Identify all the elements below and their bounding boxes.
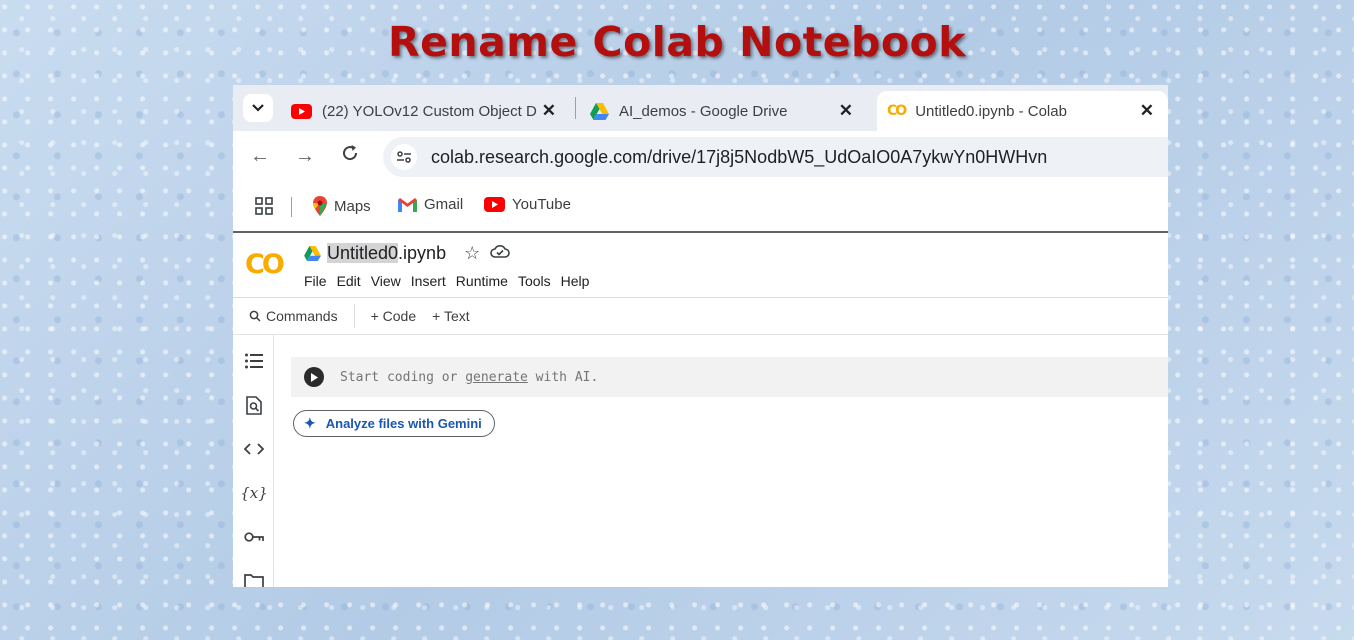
bookmark-gmail[interactable]: Gmail xyxy=(398,196,463,213)
notebook-title-extension: .ipynb xyxy=(398,243,447,263)
navigation-bar: ← → colab.research.google.com/drive/17j8… xyxy=(233,131,1168,183)
bookmark-youtube[interactable]: YouTube xyxy=(484,196,571,213)
reload-icon[interactable] xyxy=(340,143,360,169)
menu-runtime[interactable]: Runtime xyxy=(456,273,508,289)
variables-icon[interactable]: {x} xyxy=(240,481,268,505)
close-icon[interactable]: ✕ xyxy=(1140,101,1154,121)
tab-colab[interactable]: CO Untitled0.ipynb - Colab ✕ xyxy=(877,91,1168,131)
url-text: colab.research.google.com/drive/17j8j5No… xyxy=(431,146,1048,167)
notebook-toolbar: Commands + Code + Text xyxy=(233,298,1168,335)
bookmark-divider xyxy=(291,197,292,217)
banner-title: Rename Colab Notebook xyxy=(388,18,966,66)
youtube-icon xyxy=(291,103,312,119)
colab-logo[interactable]: CO xyxy=(245,249,285,280)
close-icon[interactable]: ✕ xyxy=(542,101,556,121)
google-drive-icon xyxy=(590,102,609,120)
tab-separator xyxy=(575,97,576,119)
browser-window: (22) YOLOv12 Custom Object D ✕ AI_demos … xyxy=(233,85,1168,587)
menu-tools[interactable]: Tools xyxy=(518,273,551,289)
find-icon[interactable] xyxy=(242,393,266,417)
tab-title: AI_demos - Google Drive xyxy=(619,102,788,120)
cloud-saved-icon[interactable] xyxy=(490,244,511,263)
cell-placeholder: Start coding or generate with AI. xyxy=(340,369,599,385)
gemini-sparkle-icon: ✦ xyxy=(304,415,316,431)
close-icon[interactable]: ✕ xyxy=(839,101,853,121)
add-text-button[interactable]: + Text xyxy=(432,308,470,324)
maps-icon xyxy=(313,196,327,216)
secrets-key-icon[interactable] xyxy=(242,525,266,549)
bookmarks-bar: Maps Gmail YouTube xyxy=(233,183,1168,233)
menu-file[interactable]: File xyxy=(304,273,327,289)
notebook-title-selected: Untitled0 xyxy=(327,243,399,263)
menu-view[interactable]: View xyxy=(371,273,401,289)
tab-strip: (22) YOLOv12 Custom Object D ✕ AI_demos … xyxy=(233,85,1168,131)
toolbar-divider xyxy=(353,304,355,328)
run-cell-button[interactable] xyxy=(304,367,324,387)
files-folder-icon[interactable] xyxy=(242,569,266,587)
play-icon xyxy=(311,372,318,382)
left-sidebar-rail: {x} xyxy=(233,335,274,587)
tab-search-button[interactable] xyxy=(243,94,273,122)
google-drive-icon xyxy=(304,246,321,261)
code-cell[interactable]: Start coding or generate with AI. xyxy=(291,357,1168,397)
menu-insert[interactable]: Insert xyxy=(411,273,446,289)
tab-google-drive[interactable]: AI_demos - Google Drive ✕ xyxy=(590,91,865,131)
code-snippets-icon[interactable] xyxy=(242,437,266,461)
colab-header: CO Untitled0.ipynb ☆ File Edit View Inse… xyxy=(233,233,1168,298)
youtube-icon xyxy=(484,197,505,212)
search-icon xyxy=(249,310,261,322)
table-of-contents-icon[interactable] xyxy=(242,349,266,373)
forward-icon[interactable]: → xyxy=(295,145,315,168)
commands-button[interactable]: Commands xyxy=(249,308,338,324)
add-code-button[interactable]: + Code xyxy=(371,308,417,324)
colab-icon: CO xyxy=(887,103,907,119)
generate-link[interactable]: generate xyxy=(465,370,528,385)
tab-title: (22) YOLOv12 Custom Object D xyxy=(322,102,537,120)
menu-bar: File Edit View Insert Runtime Tools Help xyxy=(304,273,599,289)
address-bar[interactable]: colab.research.google.com/drive/17j8j5No… xyxy=(383,137,1168,177)
gmail-icon xyxy=(398,197,417,212)
tab-youtube[interactable]: (22) YOLOv12 Custom Object D ✕ xyxy=(291,91,566,131)
bookmark-maps[interactable]: Maps xyxy=(313,196,371,216)
star-icon[interactable]: ☆ xyxy=(464,243,480,264)
chevron-down-icon xyxy=(252,104,264,112)
notebook-title-row: Untitled0.ipynb ☆ xyxy=(304,243,511,264)
site-settings-icon[interactable] xyxy=(391,144,417,170)
back-icon[interactable]: ← xyxy=(250,145,270,168)
analyze-files-gemini-button[interactable]: ✦ Analyze files with Gemini xyxy=(293,410,495,437)
menu-help[interactable]: Help xyxy=(561,273,590,289)
menu-edit[interactable]: Edit xyxy=(337,273,361,289)
notebook-title-input[interactable]: Untitled0.ipynb xyxy=(327,243,446,264)
apps-grid-icon[interactable] xyxy=(255,197,280,215)
tab-title: Untitled0.ipynb - Colab xyxy=(915,102,1067,120)
